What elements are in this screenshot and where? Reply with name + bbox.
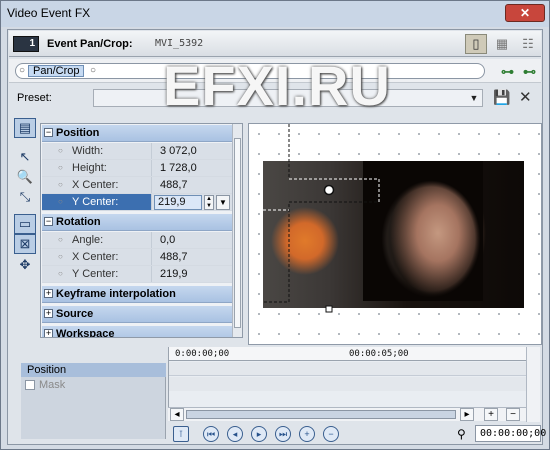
property-row[interactable]: X Center: 488,7	[42, 177, 232, 194]
property-row[interactable]: Angle: 0,0	[42, 232, 232, 249]
section-title: Source	[56, 308, 94, 320]
property-row[interactable]: Width: 3 072,0	[42, 143, 232, 160]
window-title: Video Event FX	[7, 6, 91, 20]
section-rotation[interactable]: − Rotation	[42, 214, 232, 231]
plugin-chain-icon[interactable]: ⊶	[501, 64, 514, 80]
video-event-fx-window: Video Event FX ✕ 1 Event Pan/Crop: MVI_5…	[0, 0, 550, 450]
property-name: X Center:	[42, 249, 152, 265]
media-name: MVI_5392	[155, 38, 204, 49]
scale-about-center-icon[interactable]: ⊠	[14, 234, 36, 254]
cursor-timecode[interactable]: 00:00:00;00	[475, 425, 546, 442]
property-row[interactable]: Y Center: 219,9	[42, 266, 232, 283]
preset-label: Preset:	[17, 92, 52, 104]
channel-list: Position Mask	[21, 363, 166, 439]
save-preset-icon[interactable]: 💾	[493, 89, 510, 106]
view-list-icon[interactable]: ☷	[517, 34, 539, 54]
zoom-in-icon[interactable]: +	[484, 408, 498, 421]
keyframe-timeline[interactable]: 0:00:00;00 00:00:05;00	[168, 347, 527, 407]
section-title: Position	[56, 127, 100, 139]
add-keyframe-icon[interactable]: +	[299, 426, 315, 442]
property-value[interactable]: 0,0	[160, 232, 175, 248]
channel-mask[interactable]: Mask	[21, 378, 166, 392]
zoom-tool-icon[interactable]: 🔍	[14, 168, 36, 188]
move-tool-icon[interactable]: ⤡	[14, 188, 36, 208]
delete-keyframe-icon[interactable]: −	[323, 426, 339, 442]
view-grid-icon[interactable]: ▦	[491, 34, 513, 54]
ruler-start-timecode: 0:00:00;00	[175, 349, 230, 359]
move-freely-icon[interactable]: ✥	[14, 256, 36, 276]
timeline-horizontal-scrollbar[interactable]: ◂ ▸ + −	[168, 407, 526, 421]
keyframe-controls: ⊺ ⏮ ◂ ▸ ⏭ + − ⚲ 00:00:00;00	[163, 424, 546, 444]
section-source[interactable]: + Source	[42, 306, 232, 323]
time-ruler[interactable]: 0:00:00;00 00:00:05;00	[169, 347, 527, 361]
tool-strip: ▤ ↖ 🔍 ⤡ ▭ ⊠ ✥	[12, 118, 38, 286]
pan-crop-canvas[interactable]	[248, 123, 542, 345]
ruler-mid-timecode: 00:00:05;00	[349, 349, 409, 359]
section-title: Rotation	[56, 216, 101, 228]
mask-label: Mask	[39, 379, 66, 391]
section-keyframe-interpolation[interactable]: + Keyframe interpolation	[42, 286, 232, 303]
plugin-badge[interactable]: 1	[13, 36, 39, 52]
chain-end-icon: ○	[90, 65, 97, 76]
lock-envelopes-icon[interactable]: ⚲	[457, 427, 466, 441]
title-bar: Video Event FX ✕	[1, 1, 549, 27]
property-row-selected[interactable]: Y Center: 219,9 ▲▼ ▼	[42, 194, 232, 211]
lock-aspect-icon[interactable]: ▭	[14, 214, 36, 234]
scrollbar-thumb[interactable]	[186, 410, 456, 419]
property-name: Height:	[42, 160, 152, 176]
expand-icon[interactable]: +	[44, 309, 53, 318]
delete-preset-icon[interactable]: ✕	[519, 88, 532, 106]
property-value[interactable]: 488,7	[160, 177, 188, 193]
channel-position[interactable]: Position	[21, 363, 166, 377]
property-name: X Center:	[42, 177, 152, 193]
property-value[interactable]: 1 728,0	[160, 160, 197, 176]
property-value[interactable]: 488,7	[160, 249, 188, 265]
section-title: Workspace	[56, 328, 115, 338]
spin-icon[interactable]: ▲ ▼	[204, 195, 214, 210]
position-keyframe-track[interactable]	[169, 362, 527, 376]
plugin-title: Event Pan/Crop:	[47, 38, 133, 50]
zoom-out-icon[interactable]: −	[506, 408, 520, 421]
property-value[interactable]: 219,9	[160, 266, 188, 282]
last-keyframe-icon[interactable]: ⏭	[275, 426, 291, 442]
section-workspace[interactable]: + Workspace	[42, 326, 232, 338]
close-button[interactable]: ✕	[505, 4, 545, 22]
first-keyframe-icon[interactable]: ⏮	[203, 426, 219, 442]
watermark: EFXI.RU	[163, 54, 391, 117]
scroll-left-icon[interactable]: ◂	[170, 408, 184, 421]
property-name: Width:	[42, 143, 152, 159]
scroll-right-icon[interactable]: ▸	[460, 408, 474, 421]
properties-scrollbar[interactable]	[232, 124, 242, 337]
mask-checkbox[interactable]	[25, 380, 35, 390]
collapse-icon[interactable]: −	[44, 217, 53, 226]
show-properties-icon[interactable]: ▤	[14, 118, 36, 138]
previous-keyframe-icon[interactable]: ◂	[227, 426, 243, 442]
section-position[interactable]: − Position	[42, 125, 232, 142]
property-row[interactable]: Height: 1 728,0	[42, 160, 232, 177]
sync-cursor-icon[interactable]: ⊺	[173, 426, 189, 442]
section-title: Keyframe interpolation	[56, 288, 176, 300]
view-single-icon[interactable]: ▯	[465, 34, 487, 54]
property-name: Y Center:	[42, 266, 152, 282]
chain-start-icon: ○	[19, 65, 26, 76]
property-name: Angle:	[42, 232, 152, 248]
chain-item-pan-crop[interactable]: Pan/Crop	[28, 65, 85, 77]
normal-edit-tool-icon[interactable]: ↖	[14, 148, 36, 168]
expand-icon[interactable]: +	[44, 329, 53, 337]
property-row[interactable]: X Center: 488,7	[42, 249, 232, 266]
crop-frame-outline[interactable]	[249, 124, 542, 345]
scrollbar-thumb[interactable]	[234, 138, 241, 328]
properties-grid: − Position Width: 3 072,0 Height: 1 728,…	[40, 123, 243, 338]
collapse-icon[interactable]: −	[44, 128, 53, 137]
plugin-chooser-icon[interactable]: ⊷	[523, 64, 536, 80]
property-name: Y Center:	[42, 194, 152, 210]
property-value[interactable]: 3 072,0	[160, 143, 197, 159]
mask-keyframe-track[interactable]	[169, 377, 527, 391]
timeline-vertical-scrollbar[interactable]	[526, 347, 540, 422]
chevron-down-icon[interactable]: ▼	[466, 90, 482, 106]
expand-icon[interactable]: +	[44, 289, 53, 298]
chevron-down-icon[interactable]: ▼	[216, 195, 230, 210]
y-center-input[interactable]: 219,9	[154, 195, 202, 210]
next-keyframe-icon[interactable]: ▸	[251, 426, 267, 442]
